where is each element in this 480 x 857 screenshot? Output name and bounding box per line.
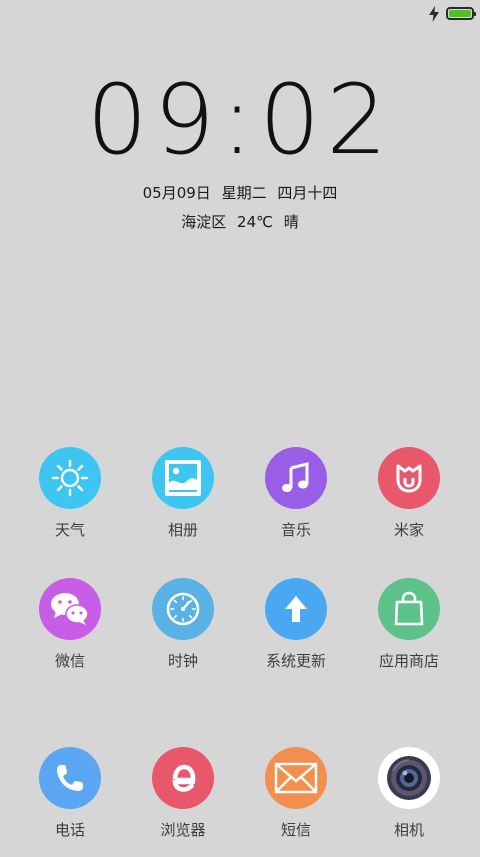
phone-icon (39, 747, 101, 809)
camera-lens-icon (378, 747, 440, 809)
app-store[interactable]: 应用商店 (359, 578, 459, 688)
app-label: 短信 (280, 821, 311, 839)
charging-bolt-icon (428, 6, 440, 22)
location-text: 海淀区 (181, 213, 227, 231)
app-gallery[interactable]: 相册 (133, 447, 233, 557)
dock-browser[interactable]: 浏览器 (133, 747, 233, 857)
shopping-bag-icon (378, 578, 440, 640)
gallery-icon (152, 447, 214, 509)
dock-messages[interactable]: 短信 (246, 747, 346, 857)
sun-icon (39, 447, 101, 509)
weather-condition-text: 晴 (283, 213, 299, 231)
app-music[interactable]: 音乐 (246, 447, 346, 557)
app-label: 系统更新 (265, 652, 326, 670)
battery-icon (446, 7, 476, 20)
lockscreen-clock: 09:02 (0, 70, 480, 170)
app-weather[interactable]: 天气 (20, 447, 120, 557)
arrow-up-icon (265, 578, 327, 640)
wechat-icon (39, 578, 101, 640)
app-label: 电话 (54, 821, 85, 839)
app-label: 时钟 (167, 652, 198, 670)
app-clock[interactable]: 时钟 (133, 578, 233, 688)
battery-level-fill (449, 10, 471, 17)
weather-line[interactable]: 海淀区 24℃ 晴 (0, 211, 480, 232)
app-label: 相机 (393, 821, 424, 839)
app-label: 米家 (393, 521, 424, 539)
weekday-text: 星期二 (221, 184, 267, 202)
app-system-update[interactable]: 系统更新 (246, 578, 346, 688)
dock-camera[interactable]: 相机 (359, 747, 459, 857)
clock-time: 09:02 (86, 64, 394, 176)
app-label: 应用商店 (378, 652, 439, 670)
date-line: 05月09日 星期二 四月十四 (0, 182, 480, 203)
music-note-icon (265, 447, 327, 509)
browser-icon (152, 747, 214, 809)
app-label: 浏览器 (160, 821, 206, 839)
status-bar (0, 0, 480, 28)
app-label: 天气 (54, 521, 85, 539)
temperature-text: 24℃ (237, 213, 273, 231)
envelope-icon (265, 747, 327, 809)
app-label: 微信 (54, 652, 85, 670)
app-mijia[interactable]: 米家 (359, 447, 459, 557)
app-label: 音乐 (280, 521, 311, 539)
app-label: 相册 (167, 521, 198, 539)
lunar-date-text: 四月十四 (277, 184, 338, 202)
dock-phone[interactable]: 电话 (20, 747, 120, 857)
date-text: 05月09日 (142, 184, 211, 202)
clock-icon (152, 578, 214, 640)
app-wechat[interactable]: 微信 (20, 578, 120, 688)
mijia-icon (378, 447, 440, 509)
